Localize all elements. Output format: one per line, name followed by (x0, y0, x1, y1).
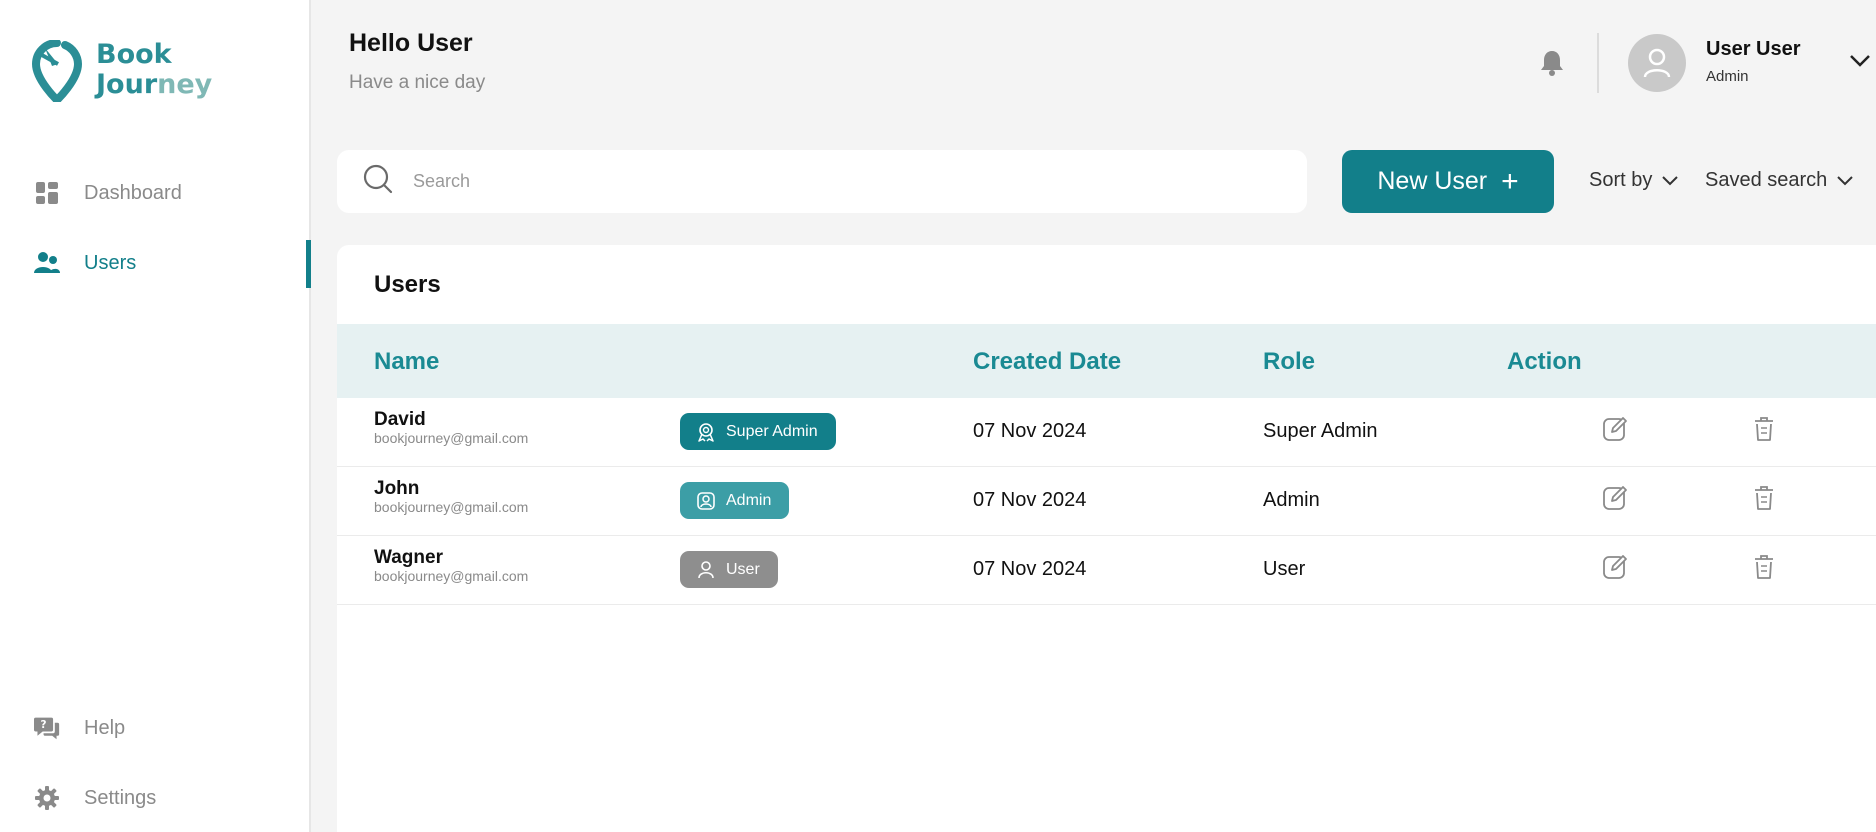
svg-text:?: ? (41, 719, 47, 731)
dashboard-icon (34, 180, 60, 206)
saved-search-dropdown[interactable]: Saved search (1705, 169, 1854, 192)
user-avatar-icon (1643, 48, 1671, 78)
role-badge-label: Super Admin (726, 422, 818, 440)
sort-by-dropdown[interactable]: Sort by (1589, 169, 1679, 192)
sidebar-item-label: Help (84, 716, 126, 739)
page-subtitle: Have a nice day (349, 72, 486, 93)
sidebar: Book Journey Dashboard Users ? Help Sett… (0, 0, 311, 832)
chevron-down-icon[interactable] (1849, 54, 1871, 73)
new-user-label: New User (1377, 167, 1488, 195)
bell-icon[interactable] (1540, 49, 1564, 82)
created-date-cell: 07 Nov 2024 (973, 558, 1087, 580)
admin-badge-icon (697, 491, 715, 510)
user-row-name: John (374, 478, 420, 499)
user-name[interactable]: User User (1706, 38, 1801, 61)
created-date-cell: 07 Nov 2024 (973, 420, 1087, 442)
role-badge-label: User (726, 560, 760, 578)
sidebar-item-users[interactable]: Users (34, 243, 304, 283)
role-cell: Super Admin (1263, 420, 1378, 442)
new-user-button[interactable]: New User + (1342, 150, 1554, 213)
panel-title: Users (374, 271, 441, 298)
role-cell: User (1263, 558, 1306, 580)
trash-icon[interactable] (1753, 416, 1775, 447)
role-badge-user: User (680, 551, 778, 588)
search-box (337, 150, 1307, 213)
logo-icon (31, 39, 83, 107)
table-row[interactable]: John bookjourney@gmail.com Admin 07 Nov … (337, 467, 1876, 536)
plus-icon: + (1501, 164, 1519, 198)
logo-text-line2b: ney (157, 69, 213, 100)
role-badge-super-admin: Super Admin (680, 413, 836, 450)
award-icon (698, 422, 714, 442)
column-header-name[interactable]: Name (374, 348, 439, 376)
chevron-down-icon (1837, 175, 1854, 185)
table-header: Name Created Date Role Action (337, 324, 1876, 398)
sidebar-item-label: Settings (84, 786, 157, 809)
users-icon (34, 250, 60, 276)
user-row-email: bookjourney@gmail.com (374, 430, 529, 446)
sidebar-item-dashboard[interactable]: Dashboard (34, 173, 304, 213)
user-row-email: bookjourney@gmail.com (374, 499, 529, 515)
edit-icon[interactable] (1602, 485, 1628, 516)
users-panel: Users Name Created Date Role Action Davi… (337, 245, 1876, 832)
sidebar-item-settings[interactable]: Settings (34, 778, 304, 818)
header-divider (1597, 33, 1599, 93)
gear-icon (34, 785, 60, 811)
table-row[interactable]: Wagner bookjourney@gmail.com User 07 Nov… (337, 536, 1876, 605)
trash-icon[interactable] (1753, 554, 1775, 585)
column-header-action: Action (1507, 348, 1582, 375)
sort-by-label: Sort by (1589, 169, 1653, 191)
user-row-email: bookjourney@gmail.com (374, 568, 529, 584)
role-cell: Admin (1263, 489, 1320, 511)
saved-search-label: Saved search (1705, 169, 1828, 191)
created-date-cell: 07 Nov 2024 (973, 489, 1087, 511)
role-badge-admin: Admin (680, 482, 790, 519)
trash-icon[interactable] (1753, 485, 1775, 516)
logo-text-line1: Book (96, 39, 172, 70)
active-indicator (306, 240, 311, 288)
user-icon (698, 560, 714, 578)
user-row-name: David (374, 409, 426, 430)
search-icon (363, 164, 393, 199)
edit-icon[interactable] (1602, 554, 1628, 585)
user-role: Admin (1706, 68, 1749, 85)
edit-icon[interactable] (1602, 416, 1628, 447)
sidebar-item-help[interactable]: ? Help (34, 708, 304, 748)
table-row[interactable]: David bookjourney@gmail.com Super Admin … (337, 398, 1876, 467)
column-header-role[interactable]: Role (1263, 348, 1315, 376)
logo-text-line2a: Jour (96, 69, 158, 100)
sidebar-item-label: Dashboard (84, 181, 182, 204)
sidebar-item-label: Users (84, 251, 137, 274)
search-input[interactable] (413, 171, 1263, 192)
help-icon: ? (34, 715, 60, 741)
avatar[interactable] (1628, 34, 1686, 92)
user-row-name: Wagner (374, 547, 443, 568)
chevron-down-icon (1662, 175, 1679, 185)
column-header-created-date[interactable]: Created Date (973, 348, 1121, 376)
logo[interactable]: Book Journey (31, 39, 213, 107)
role-badge-label: Admin (726, 491, 772, 509)
page-title: Hello User (349, 29, 473, 57)
